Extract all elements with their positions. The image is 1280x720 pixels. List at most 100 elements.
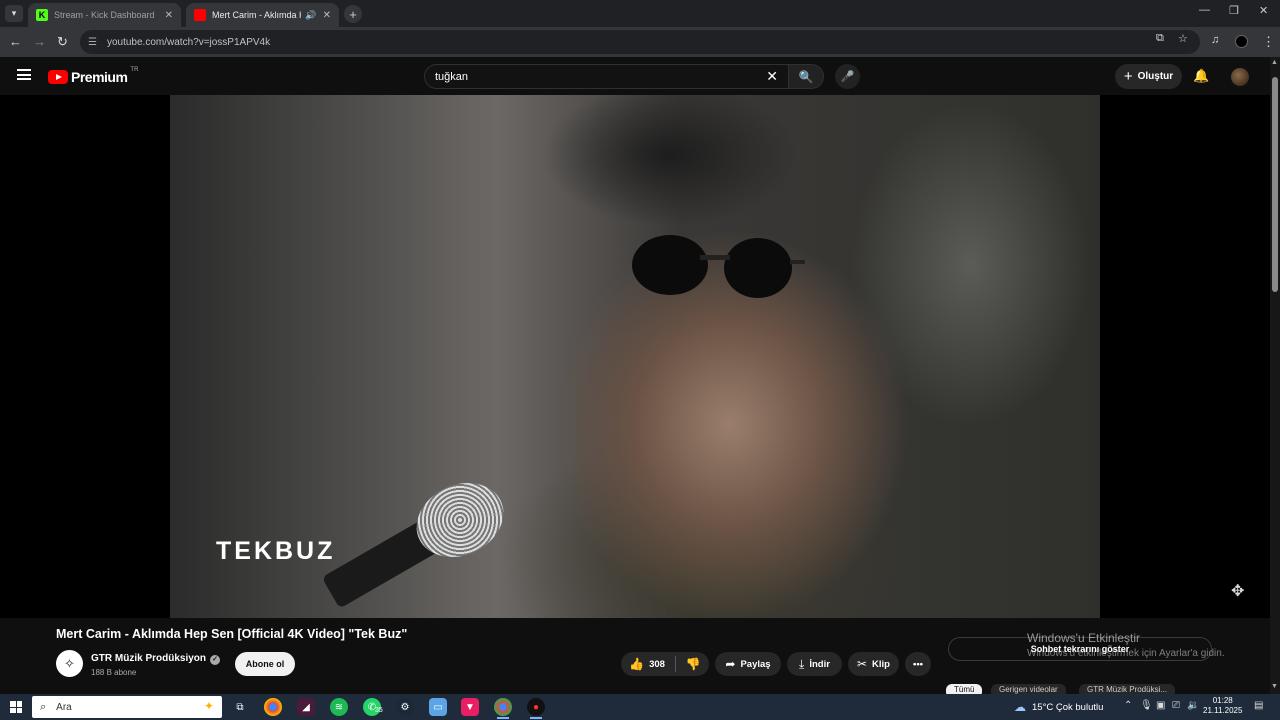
browser-tab-bar: ▾ K Stream - Kick Dashboard ✕ Mert Carim… <box>0 0 1280 27</box>
scroll-up-icon[interactable]: ▲ <box>1271 59 1278 66</box>
notifications-bell-icon[interactable]: 🔔 <box>1193 68 1209 84</box>
new-tab-button[interactable]: + <box>344 5 362 23</box>
minimize-icon[interactable]: — <box>1199 4 1210 16</box>
youtube-logo[interactable]: Premium TR <box>48 67 138 85</box>
clear-search-icon[interactable]: ✕ <box>766 68 778 85</box>
share-button[interactable]: ➦ Paylaş <box>715 652 781 676</box>
weather-widget[interactable]: ☁ 15°C Çok bulutlu <box>1014 700 1103 714</box>
share-label: Paylaş <box>740 658 771 670</box>
search-input[interactable]: tuğkan ✕ <box>424 64 788 89</box>
subscriber-count: 188 B abone <box>91 668 137 677</box>
notifications-icon[interactable]: ▤ <box>1254 700 1263 711</box>
menu-icon[interactable] <box>17 69 31 80</box>
search-button[interactable]: 🔍 <box>788 64 824 89</box>
system-clock[interactable]: 01:28 21.11.2025 <box>1203 696 1242 716</box>
tab-title: Stream - Kick Dashboard <box>54 10 155 20</box>
channel-name-text: GTR Müzik Prodüksiyon <box>91 653 207 664</box>
browser-menu-icon[interactable]: ⋮ <box>1262 34 1275 50</box>
volume-icon[interactable]: 🔉 <box>1187 700 1199 711</box>
video-player[interactable]: TEKBUZ ✥ <box>0 95 1270 618</box>
search-icon: ⌕ <box>40 700 47 713</box>
spotify-icon[interactable]: ≋ <box>330 698 348 716</box>
account-avatar[interactable] <box>1231 68 1249 86</box>
cloud-icon: ☁ <box>1014 700 1026 714</box>
windows-start-icon[interactable] <box>10 701 22 713</box>
sunglasses-shape <box>632 235 805 298</box>
speaker-icon[interactable]: 🔊 <box>305 10 316 21</box>
voice-search-button[interactable]: 🎤 <box>835 64 860 89</box>
reload-icon[interactable]: ↻ <box>57 34 68 50</box>
chip-related[interactable]: Gerigen videolar <box>991 684 1066 694</box>
create-button[interactable]: + Oluştur <box>1115 64 1182 89</box>
tab-kick-dashboard[interactable]: K Stream - Kick Dashboard ✕ <box>28 3 181 27</box>
restore-icon[interactable]: ❐ <box>1229 4 1239 17</box>
activation-watermark-text: Windows'u etkinleştirmek için Ayarlar'a … <box>1027 648 1225 659</box>
share-icon: ➦ <box>725 657 736 671</box>
premiere-app-icon[interactable]: ◢ <box>297 698 315 716</box>
close-tab-icon[interactable]: ✕ <box>323 10 331 21</box>
search-value: tuğkan <box>435 70 469 83</box>
browser-toolbar: ← → ↻ ☰ youtube.com/watch?v=jossP1APV4k … <box>0 27 1280 57</box>
steam-icon[interactable]: ⚙ <box>396 698 414 716</box>
chrome-active-icon[interactable] <box>494 698 512 719</box>
more-actions-button[interactable]: ••• <box>905 652 931 676</box>
back-icon[interactable]: ← <box>9 34 22 49</box>
site-info-icon[interactable]: ☰ <box>88 37 97 48</box>
tab-title: Mert Carim - Aklımda Hep Sen <box>212 10 301 20</box>
youtube-header: Premium TR tuğkan ✕ 🔍 🎤 + Oluştur 🔔 <box>0 57 1270 95</box>
player-settings-icon[interactable]: ✥ <box>1231 581 1244 601</box>
task-view-icon[interactable]: ⧉ <box>231 698 249 716</box>
chrome-icon[interactable] <box>264 698 282 716</box>
close-window-icon[interactable]: ✕ <box>1259 4 1268 17</box>
channel-logo-icon: ✧ <box>64 655 75 671</box>
clock-date: 21.11.2025 <box>1203 706 1243 715</box>
download-icon: ⤓ <box>799 656 805 671</box>
like-count[interactable]: 308 <box>649 659 665 670</box>
onscreen-icon[interactable]: ⎚ <box>1172 700 1180 711</box>
verified-icon: ✓ <box>210 655 221 665</box>
pinned-app-icon[interactable]: ▼ <box>461 698 479 716</box>
video-title: Mert Carim - Aklımda Hep Sen [Official 4… <box>56 627 408 641</box>
recording-app-icon[interactable]: ● <box>527 698 545 719</box>
file-explorer-icon[interactable]: ▭ <box>429 698 447 716</box>
page-scrollbar[interactable]: ▲ ▼ <box>1270 57 1280 694</box>
close-tab-icon[interactable]: ✕ <box>165 10 173 21</box>
scroll-down-icon[interactable]: ▼ <box>1271 683 1278 690</box>
taskbar-search-placeholder: Ara <box>56 701 72 713</box>
like-dislike-group: 👍 308 👎 <box>621 652 709 676</box>
bookmark-star-icon[interactable]: ☆ <box>1178 32 1188 45</box>
video-frame[interactable]: TEKBUZ <box>170 95 1100 618</box>
like-icon[interactable]: 👍 <box>629 657 644 671</box>
tray-overflow-icon[interactable]: ⌃ <box>1124 700 1132 711</box>
weather-text: 15°C Çok bulutlu <box>1032 701 1104 713</box>
media-control-icon[interactable]: ♫ <box>1211 34 1219 46</box>
activation-watermark-title: Windows'u Etkinleştir <box>1027 631 1140 645</box>
chip-channel[interactable]: GTR Müzik Prodüksi... <box>1079 684 1176 694</box>
subscribe-button[interactable]: Abone ol <box>235 652 295 676</box>
microphone-icon: 🎤 <box>840 71 855 83</box>
video-overlay-brand: TEKBUZ <box>216 537 336 565</box>
logo-text: Premium <box>71 69 128 85</box>
profile-avatar[interactable] <box>1235 35 1248 48</box>
channel-avatar[interactable]: ✧ <box>56 650 83 677</box>
chip-all[interactable]: Tümü <box>946 684 983 694</box>
address-bar[interactable]: ☰ youtube.com/watch?v=jossP1APV4k ⧉ ☆ <box>80 30 1200 54</box>
clip-button[interactable]: ✂ Klip <box>848 652 899 676</box>
channel-name[interactable]: GTR Müzik Prodüksiyon ✓ <box>91 653 221 665</box>
more-icon: ••• <box>913 658 923 670</box>
clip-label: Klip <box>872 658 890 670</box>
filter-chips: Tümü Gerigen videolar GTR Müzik Prodüksi… <box>946 684 1266 694</box>
tab-search-button[interactable]: ▾ <box>5 5 23 22</box>
forward-icon[interactable]: → <box>33 34 46 49</box>
taskbar-search-input[interactable]: ⌕ Ara ✦ <box>32 696 222 718</box>
microphone-tray-icon[interactable]: 🎙 <box>1140 700 1153 711</box>
tab-youtube-video[interactable]: Mert Carim - Aklımda Hep Sen 🔊 ✕ <box>186 3 339 27</box>
youtube-favicon-icon <box>194 9 206 21</box>
download-button[interactable]: ⤓ İndir <box>787 652 842 676</box>
search-highlight-icon: ✦ <box>203 699 214 713</box>
network-icon[interactable]: ▣ <box>1156 700 1165 711</box>
dislike-icon[interactable]: 👎 <box>686 657 701 671</box>
download-label: İndir <box>809 658 830 670</box>
scrollbar-thumb[interactable] <box>1272 77 1278 292</box>
install-app-icon[interactable]: ⧉ <box>1156 32 1164 45</box>
